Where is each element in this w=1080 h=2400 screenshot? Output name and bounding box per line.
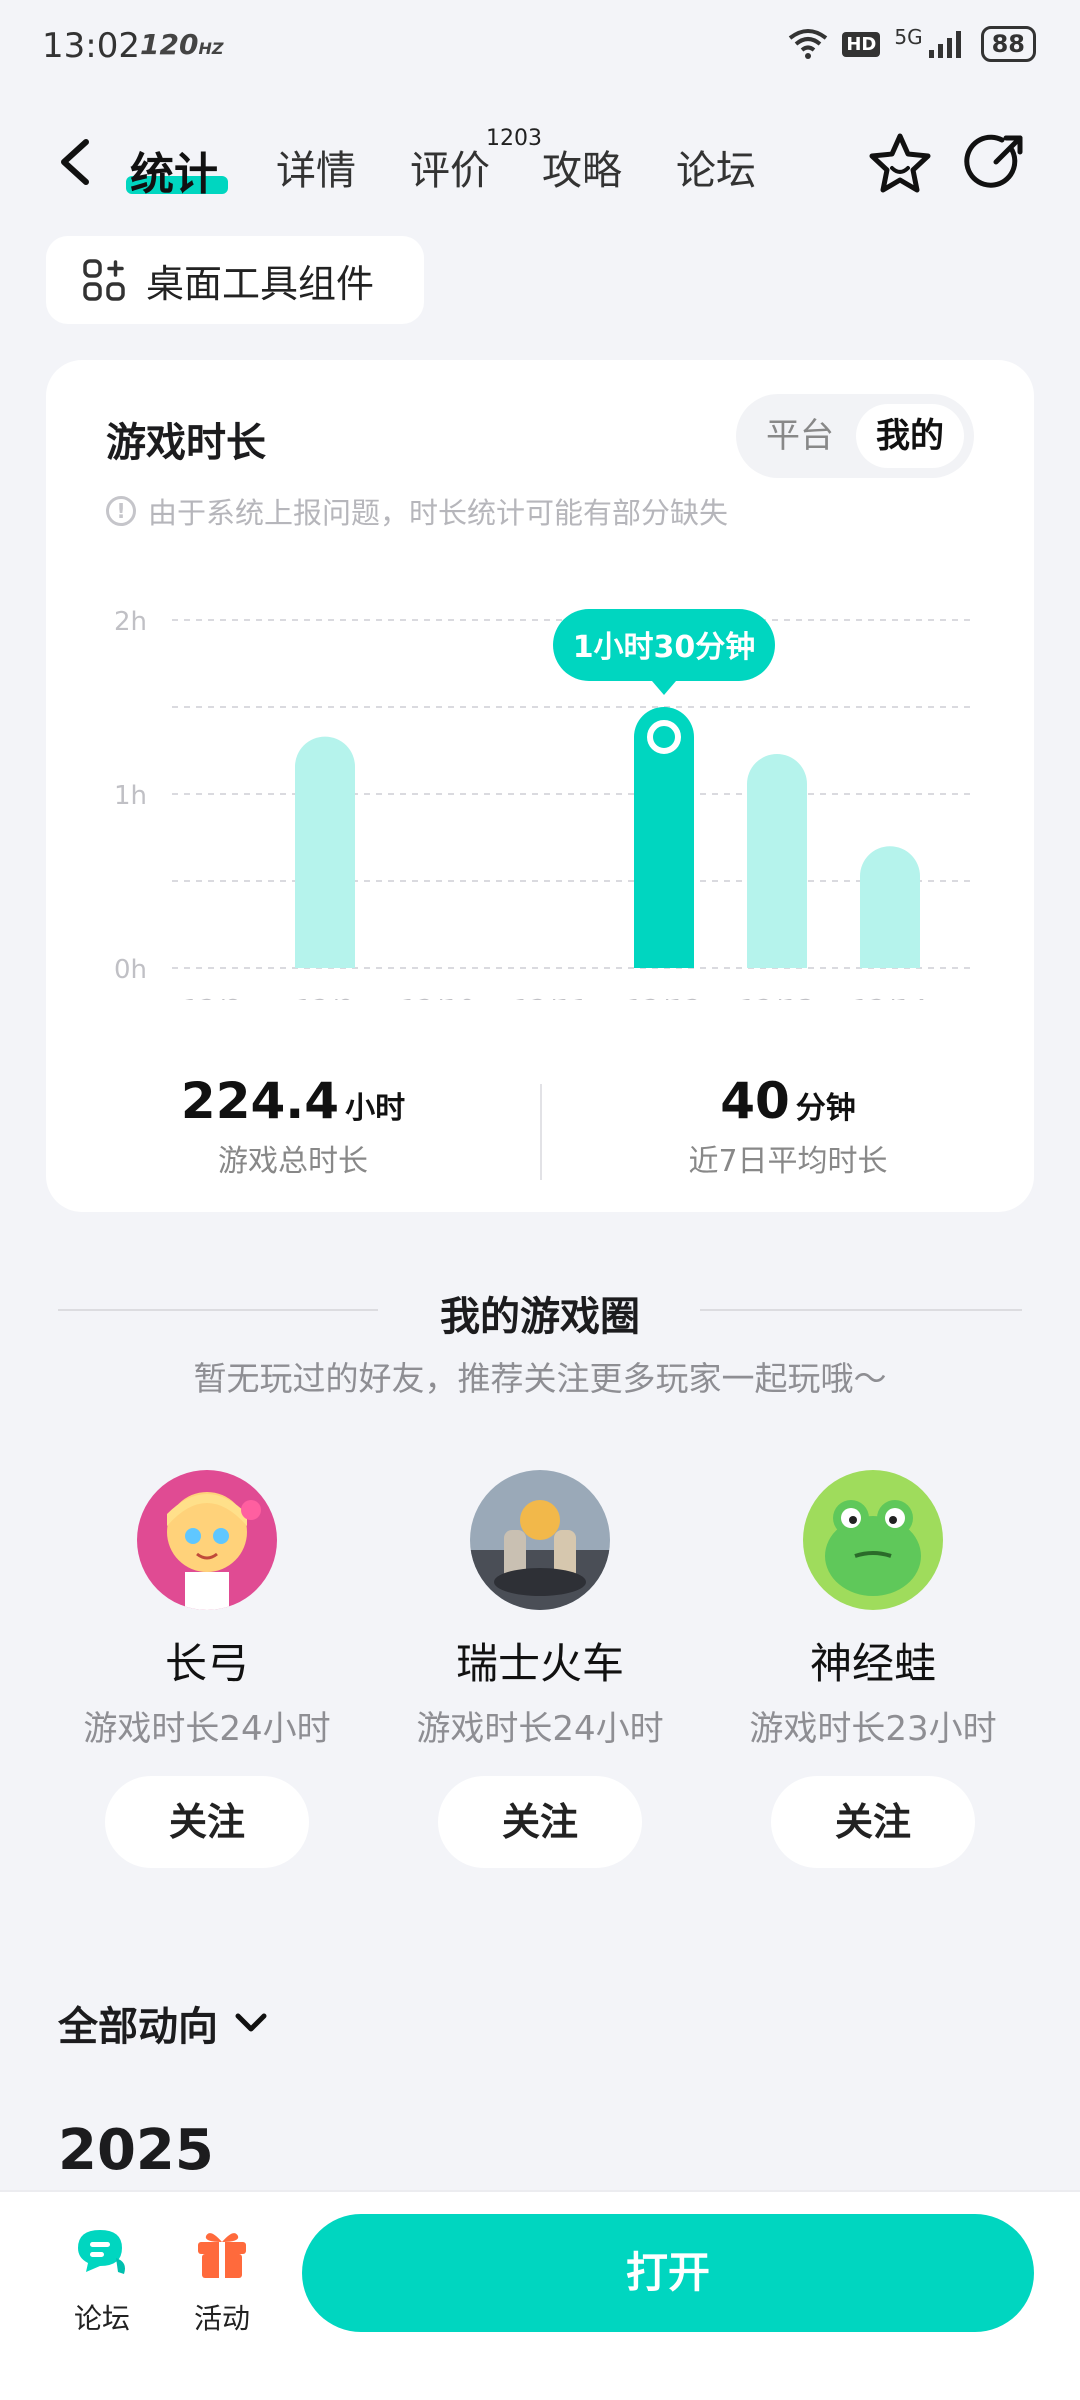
playtime-chart: 0h 1h 2h 12/8 12/9 12/10 12/11 1小时30分钟 12/12 12/1…: [114, 607, 976, 1000]
tab-stats[interactable]: 统计: [130, 138, 218, 202]
total-playtime-stat: 224.4 小时 游戏总时长: [46, 1072, 540, 1180]
tab-guides[interactable]: 攻略: [542, 138, 622, 196]
average-playtime-value: 40: [720, 1072, 790, 1130]
friend-name: 瑞士火车: [455, 1639, 624, 1688]
average-playtime-unit: 分钟: [795, 1091, 856, 1126]
chart-bar: [634, 707, 694, 968]
status-icons: HD 5G 88: [788, 25, 1036, 62]
average-playtime-stat: 40 分钟 近7日平均时长: [542, 1072, 1034, 1180]
friend-card: 瑞士火车 游戏时长24小时 关注: [390, 1470, 690, 1868]
review-count-badge: 1203: [486, 126, 542, 151]
feed-filter-label: 全部动向: [58, 2004, 218, 2050]
x-tick-label: 12/13: [740, 995, 815, 1000]
friend-name: 神经蛙: [809, 1639, 936, 1688]
follow-button[interactable]: 关注: [105, 1776, 309, 1868]
friend-playtime: 游戏时长24小时: [83, 1709, 331, 1749]
friend-name: 长弓: [164, 1639, 249, 1688]
x-tick-label: 12/14: [853, 995, 928, 1000]
tab-reviews[interactable]: 评价: [410, 138, 490, 196]
tab-details[interactable]: 详情: [276, 138, 356, 196]
bottom-activity-button[interactable]: 活动: [172, 2222, 272, 2337]
forum-icon: [78, 2230, 125, 2274]
total-playtime-unit: 小时: [345, 1091, 406, 1126]
battery-indicator: 88: [980, 26, 1036, 62]
total-playtime-label: 游戏总时长: [218, 1144, 368, 1179]
refresh-rate-indicator: 120HZ: [140, 28, 224, 61]
y-tick-label: 1h: [114, 781, 147, 811]
x-tick-label: 12/11: [514, 995, 589, 1000]
bottom-bar: 论坛 活动 打开: [0, 2190, 1080, 2400]
avatar[interactable]: [470, 1470, 610, 1610]
open-game-button[interactable]: 打开: [302, 2214, 1034, 2332]
game-circle-title: 我的游戏圈: [440, 1294, 640, 1340]
signal-icon: [928, 31, 961, 58]
wifi-icon: [789, 29, 828, 59]
chart-bar: [860, 846, 920, 968]
status-time: 13:02: [42, 26, 140, 66]
avatar[interactable]: [803, 1470, 943, 1610]
tooltip-text: 1小时30分钟: [573, 630, 756, 665]
x-tick-label: 12/12: [627, 995, 702, 1000]
chart-bar: [295, 736, 355, 968]
friend-playtime: 游戏时长23小时: [749, 1709, 997, 1749]
bottom-forum-button[interactable]: 论坛: [52, 2222, 152, 2337]
widget-grid-icon: [83, 259, 125, 301]
x-tick-label: 12/9: [296, 995, 354, 1000]
feed-filter-dropdown[interactable]: 全部动向: [58, 1994, 268, 2052]
share-icon[interactable]: [962, 130, 1028, 196]
friend-card: 神经蛙 游戏时长23小时 关注: [723, 1470, 1023, 1868]
bottom-forum-label: 论坛: [73, 2302, 130, 2335]
friend-card: 长弓 游戏时长24小时 关注: [57, 1470, 357, 1868]
back-icon[interactable]: [52, 132, 96, 192]
avatar[interactable]: [137, 1470, 277, 1610]
chevron-down-icon: [235, 2013, 267, 2032]
chart-bar: [747, 753, 807, 968]
x-tick-label: 12/10: [401, 995, 476, 1000]
favorite-star-icon[interactable]: [866, 130, 934, 198]
game-circle-subtitle: 暂无玩过的好友，推荐关注更多玩家一起玩哦～: [193, 1359, 887, 1398]
y-tick-label: 0h: [114, 955, 147, 985]
desktop-widget-label: 桌面工具组件: [146, 261, 375, 306]
desktop-widget-button[interactable]: 桌面工具组件: [46, 236, 424, 324]
gift-icon: [198, 2233, 246, 2278]
x-tick-label: 12/8: [183, 995, 241, 1000]
follow-button[interactable]: 关注: [438, 1776, 642, 1868]
y-tick-label: 2h: [114, 607, 147, 637]
tab-forum[interactable]: 论坛: [676, 138, 756, 196]
playtime-card: 游戏时长 平台 我的 ! 由于系统上报问题，时长统计可能有部分缺失 0h 1h 2h…: [46, 360, 1034, 1212]
total-playtime-value: 224.4: [180, 1072, 340, 1130]
tooltip-pointer: [652, 681, 676, 695]
year-heading: 2025: [58, 2118, 214, 2183]
network-label: 5G: [894, 25, 923, 49]
follow-button[interactable]: 关注: [771, 1776, 975, 1868]
hd-badge: HD: [842, 31, 881, 57]
bottom-activity-label: 活动: [193, 2302, 250, 2335]
average-playtime-label: 近7日平均时长: [688, 1144, 888, 1179]
friend-playtime: 游戏时长24小时: [416, 1709, 664, 1749]
